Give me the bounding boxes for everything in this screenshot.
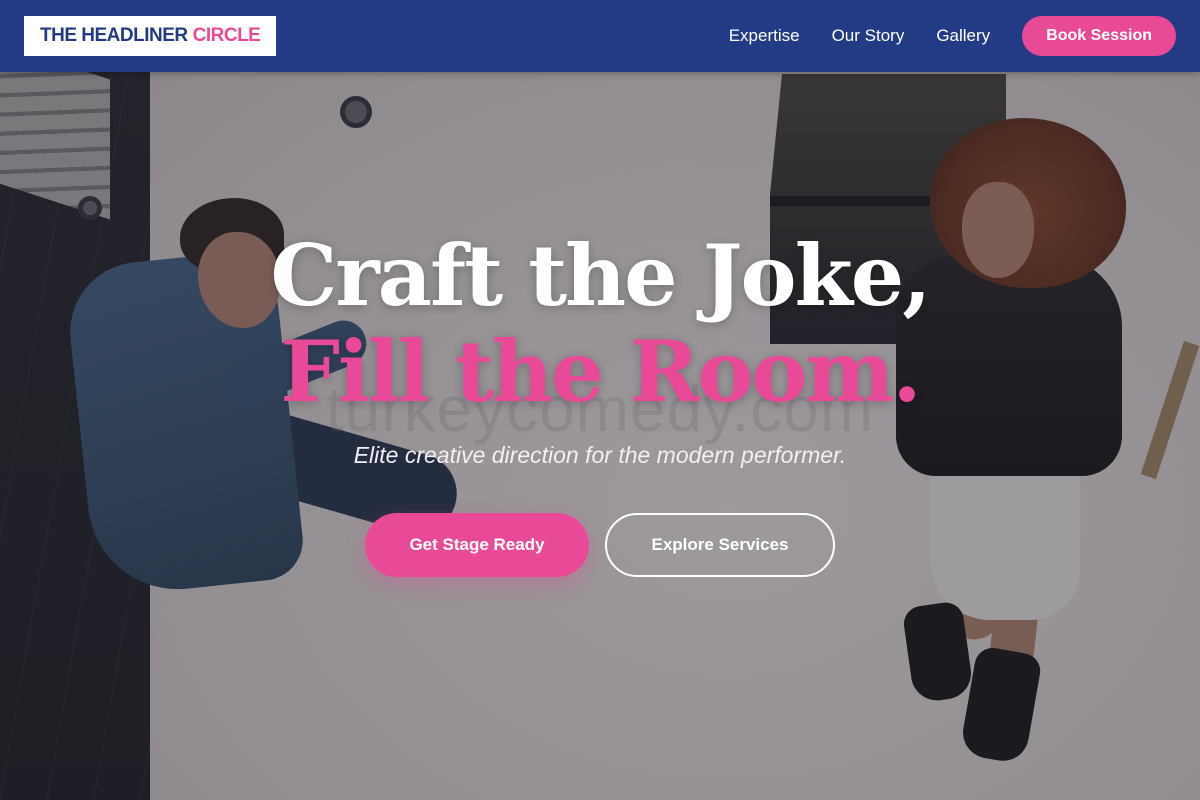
hero-subtitle: Elite creative direction for the modern … xyxy=(353,442,847,468)
explore-services-button[interactable]: Explore Services xyxy=(605,513,835,577)
book-session-button[interactable]: Book Session xyxy=(1022,16,1176,56)
hero-headline: Craft the Joke, Fill the Room. xyxy=(0,228,1200,420)
headline-line-1: Craft the Joke, xyxy=(270,226,932,325)
site-logo[interactable]: THE HEADLINER CIRCLE xyxy=(24,16,277,56)
page: turkeycomedy.com THE HEADLINER CIRCLE Ex… xyxy=(0,0,1200,800)
hero-content: Craft the Joke, Fill the Room. Elite cre… xyxy=(0,228,1200,577)
headline-line-2: Fill the Room. xyxy=(280,322,921,421)
main-nav: Expertise Our Story Gallery Book Session xyxy=(729,16,1176,56)
logo-text-main: THE HEADLINER xyxy=(40,25,188,46)
hero-cta-row: Get Stage Ready Explore Services xyxy=(0,513,1200,577)
nav-link-expertise[interactable]: Expertise xyxy=(729,26,800,46)
nav-link-our-story[interactable]: Our Story xyxy=(832,26,905,46)
site-header: THE HEADLINER CIRCLE Expertise Our Story… xyxy=(0,0,1200,72)
get-stage-ready-button[interactable]: Get Stage Ready xyxy=(365,513,589,577)
nav-link-gallery[interactable]: Gallery xyxy=(936,26,990,46)
logo-text-accent: CIRCLE xyxy=(192,25,261,46)
